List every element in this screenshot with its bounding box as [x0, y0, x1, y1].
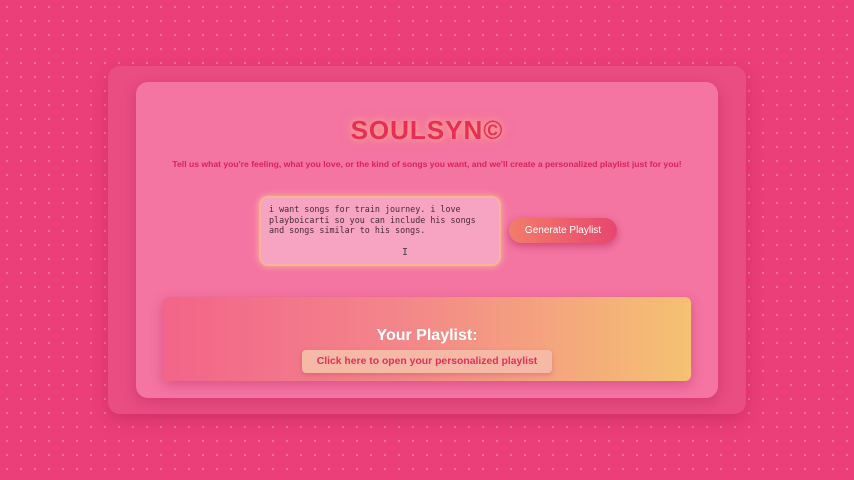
generate-playlist-button[interactable]: Generate Playlist: [509, 218, 617, 243]
main-card: SOULSYN© Tell us what you're feeling, wh…: [136, 82, 718, 398]
text-cursor-icon: I: [402, 247, 409, 258]
playlist-title: Your Playlist:: [376, 327, 478, 344]
mood-input[interactable]: i want songs for train journey. i love p…: [259, 196, 501, 266]
playlist-panel: Your Playlist: Click here to open your p…: [163, 297, 691, 381]
open-playlist-button[interactable]: Click here to open your personalized pla…: [302, 350, 552, 373]
outer-container: SOULSYN© Tell us what you're feeling, wh…: [108, 66, 746, 414]
app-subtitle: Tell us what you're feeling, what you lo…: [172, 159, 682, 169]
app-title: SOULSYN©: [350, 115, 504, 145]
